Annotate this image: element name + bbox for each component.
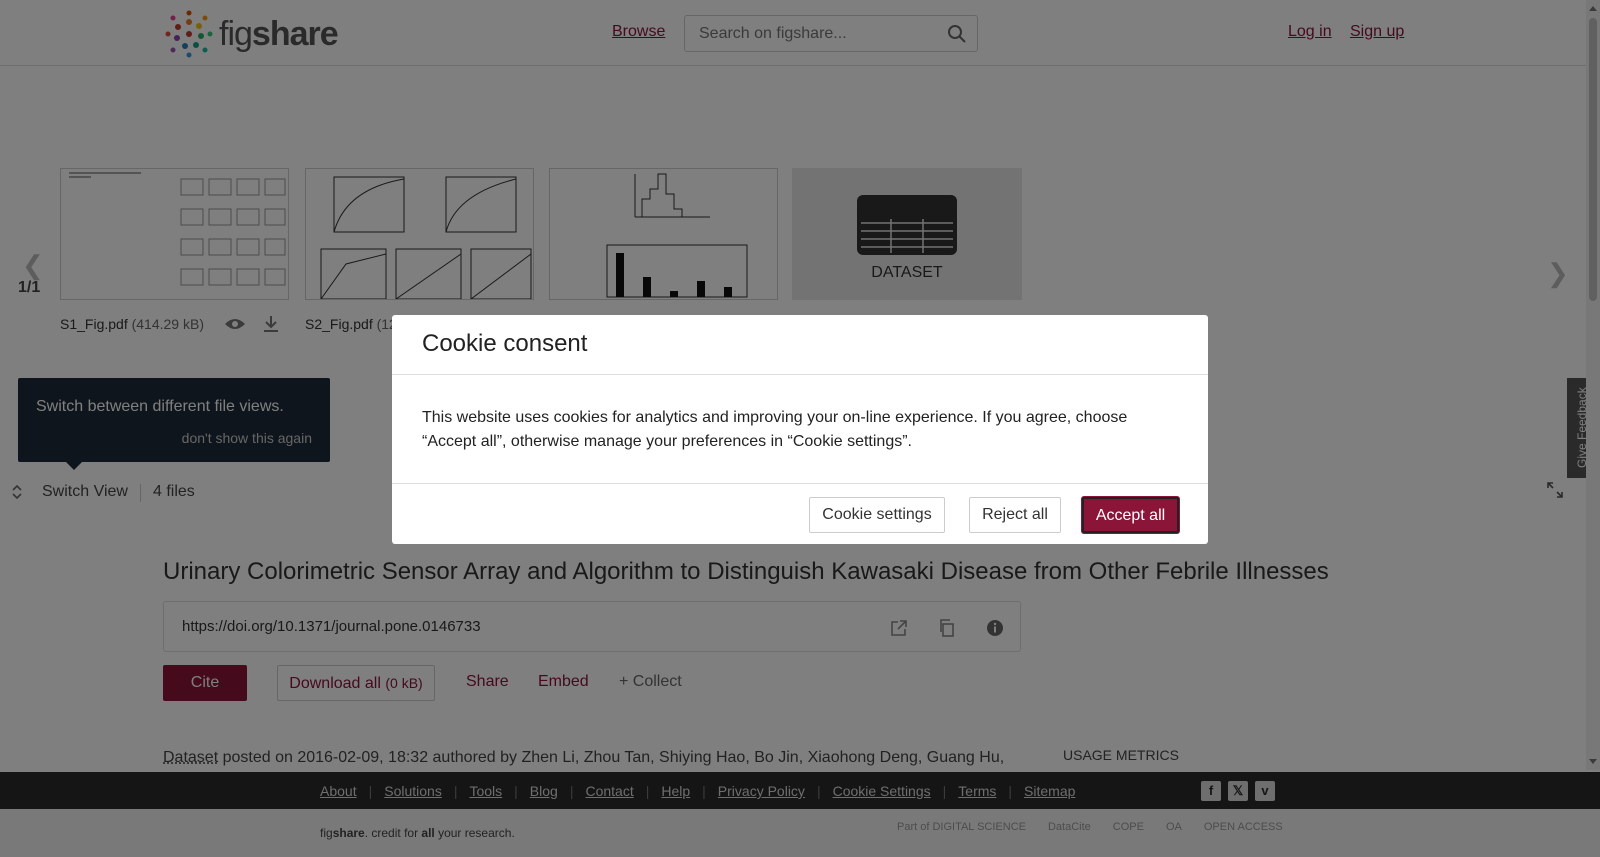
divider <box>392 483 1208 484</box>
cookie-settings-button[interactable]: Cookie settings <box>809 497 945 533</box>
cookie-consent-dialog: Cookie consent This website uses cookies… <box>392 315 1208 544</box>
dialog-body: This website uses cookies for analytics … <box>422 409 1128 450</box>
dialog-title: Cookie consent <box>422 330 588 357</box>
divider <box>392 374 1208 375</box>
accept-all-button[interactable]: Accept all <box>1082 497 1179 533</box>
reject-all-button[interactable]: Reject all <box>969 497 1061 533</box>
modal-backdrop: Cookie consent This website uses cookies… <box>0 0 1600 857</box>
